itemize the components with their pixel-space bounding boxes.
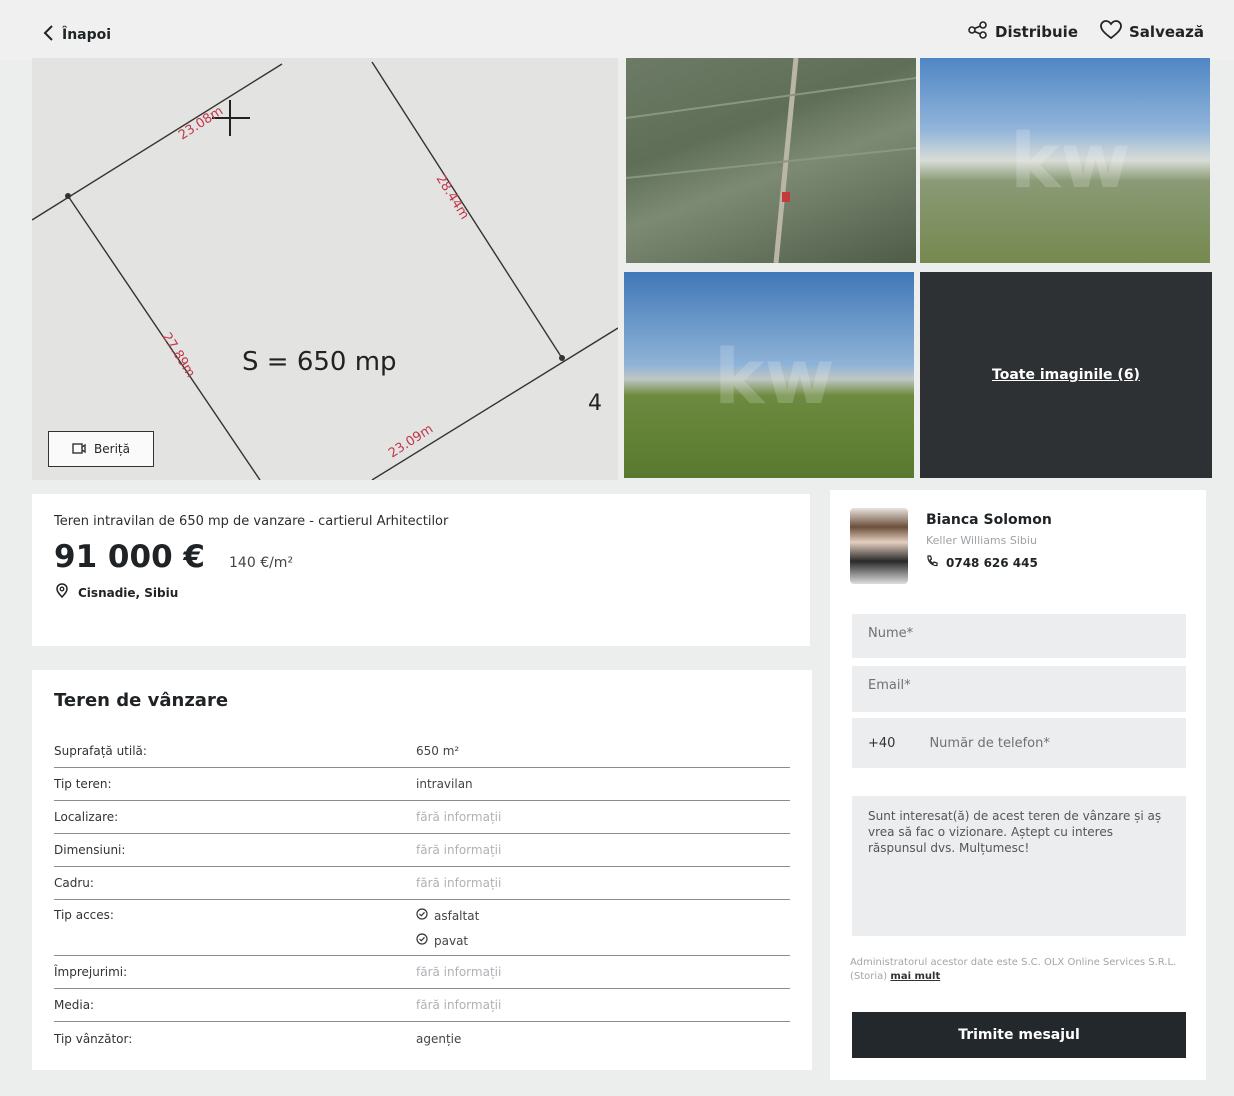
access-list: asfaltat pavat [416, 908, 479, 948]
top-bar: Înapoi Distribuie Salvează [0, 0, 1234, 60]
detail-label: Dimensiuni: [54, 843, 126, 857]
check-circle-icon [416, 908, 428, 923]
legal-notice: Administratorul acestor date este S.C. O… [850, 956, 1180, 984]
detail-row-media: Media: fără informații [54, 989, 790, 1022]
photo-thumbnail-site-2[interactable]: kw [624, 272, 914, 478]
check-circle-icon [416, 933, 428, 948]
detail-row-dimensions: Dimensiuni: fără informații [54, 834, 790, 867]
all-images-link[interactable]: Toate imaginile (6) [992, 367, 1140, 383]
kw-watermark: kw [1010, 116, 1131, 205]
save-button[interactable]: Salvează [1100, 20, 1204, 44]
all-images-tile[interactable]: Toate imaginile (6) [920, 272, 1212, 478]
phone-placeholder: Număr de telefon* [929, 735, 1050, 751]
access-item: asfaltat [416, 908, 479, 923]
detail-value: fără informații [416, 998, 502, 1012]
listing-price: 91 000 € [54, 539, 206, 575]
plan-edge-label-3: 27.89m [159, 330, 198, 380]
legal-more-link[interactable]: mai mult [890, 971, 940, 982]
share-button[interactable]: Distribuie [968, 20, 1078, 44]
detail-row-surface: Suprafață utilă: 650 m² [54, 735, 790, 768]
chevron-left-icon [42, 24, 54, 46]
detail-value: fără informații [416, 810, 502, 824]
plan-corner-label: 4 [588, 391, 602, 416]
listing-location: Cisnadie, Sibiu [78, 585, 179, 600]
street-view-icon [72, 441, 86, 458]
street-view-label: Beriță [94, 442, 130, 456]
detail-value: fără informații [416, 876, 502, 890]
location-pin-icon [54, 583, 70, 602]
detail-row-localization: Localizare: fără informații [54, 801, 790, 834]
listing-title: Teren intravilan de 650 mp de vanzare - … [54, 514, 449, 529]
detail-value: 650 m² [416, 744, 460, 758]
detail-row-access: Tip acces: asfaltat pavat [54, 900, 790, 956]
photo-gallery: 23.08m 28.44m 27.89m 23.09m S = 650 mp 4… [32, 58, 1212, 480]
detail-label: Cadru: [54, 876, 94, 890]
detail-value: intravilan [416, 777, 473, 791]
detail-row-land-type: Tip teren: intravilan [54, 768, 790, 801]
main-photo-plot-plan[interactable]: 23.08m 28.44m 27.89m 23.09m S = 650 mp 4… [32, 58, 618, 480]
photo-thumbnail-site-1[interactable]: kw [920, 58, 1210, 263]
heart-icon [1100, 20, 1122, 44]
detail-row-seller-type: Tip vânzător: agenție [54, 1022, 790, 1055]
detail-label: Împrejurimi: [54, 965, 128, 979]
back-label: Înapoi [62, 27, 112, 43]
name-field[interactable]: Nume* [852, 614, 1186, 658]
detail-label: Localizare: [54, 810, 119, 824]
plan-edge-label-1: 23.08m [176, 104, 226, 144]
listing-summary: Teren intravilan de 650 mp de vanzare - … [32, 494, 810, 646]
plan-edge-label-2: 28.44m [433, 172, 472, 222]
agent-agency: Keller Williams Sibiu [926, 534, 1037, 547]
street-view-button[interactable]: Beriță [48, 431, 154, 467]
email-field[interactable]: Email* [852, 666, 1186, 712]
agent-info: Bianca Solomon Keller Williams Sibiu 074… [850, 508, 1052, 584]
plan-area-label: S = 650 mp [242, 347, 397, 377]
property-details: Teren de vânzare Suprafață utilă: 650 m²… [32, 670, 812, 1070]
kw-watermark: kw [714, 332, 835, 421]
phone-icon [926, 555, 938, 570]
detail-row-frame: Cadru: fără informații [54, 867, 790, 900]
agent-name: Bianca Solomon [926, 512, 1052, 528]
country-code[interactable]: +40 [868, 736, 895, 751]
message-textarea[interactable]: Sunt interesat(ă) de acest teren de vânz… [852, 796, 1186, 936]
detail-label: Tip teren: [54, 777, 112, 791]
detail-value: fără informații [416, 965, 502, 979]
detail-row-surroundings: Împrejurimi: fără informații [54, 956, 790, 989]
detail-label: Media: [54, 998, 95, 1012]
photo-thumbnail-aerial[interactable] [626, 58, 916, 263]
share-label: Distribuie [995, 23, 1078, 41]
share-icon [968, 21, 988, 43]
aerial-photo [626, 58, 916, 263]
access-item: pavat [416, 933, 479, 948]
phone-field[interactable]: +40 Număr de telefon* [852, 718, 1186, 768]
access-item-label: pavat [434, 933, 469, 948]
back-button[interactable]: Înapoi [42, 24, 111, 46]
detail-value: fără informații [416, 843, 502, 857]
agent-phone-link[interactable]: 0748 626 445 [926, 555, 1052, 570]
detail-label: Tip vânzător: [54, 1031, 133, 1046]
save-label: Salvează [1129, 23, 1204, 41]
detail-label: Suprafață utilă: [54, 744, 147, 758]
agent-avatar [850, 508, 908, 584]
plot-plan-drawing: 23.08m 28.44m 27.89m 23.09m S = 650 mp 4 [32, 61, 618, 480]
send-message-button[interactable]: Trimite mesajul [852, 1012, 1186, 1058]
price-per-sqm: 140 €/m² [229, 555, 294, 571]
agent-phone: 0748 626 445 [946, 555, 1038, 570]
contact-panel: Bianca Solomon Keller Williams Sibiu 074… [830, 490, 1206, 1080]
access-item-label: asfaltat [434, 908, 480, 923]
detail-value: agenție [416, 1031, 462, 1046]
details-heading: Teren de vânzare [54, 690, 229, 711]
detail-label: Tip acces: [54, 908, 114, 922]
